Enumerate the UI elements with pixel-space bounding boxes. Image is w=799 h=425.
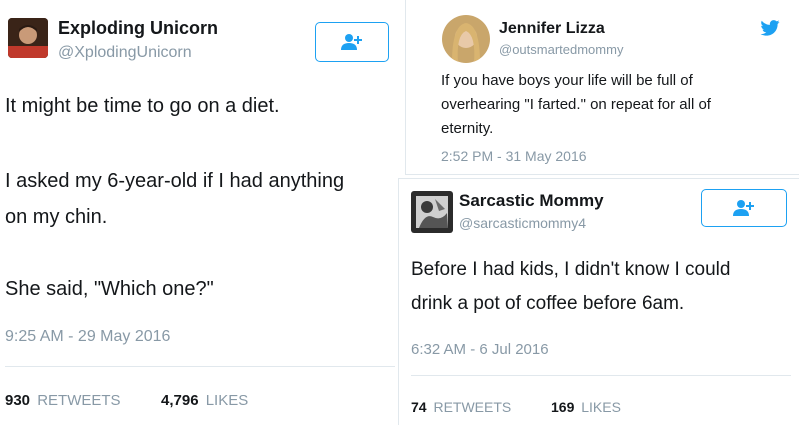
twitter-bird-icon[interactable] xyxy=(760,20,780,36)
display-name[interactable]: Sarcastic Mommy xyxy=(459,191,604,211)
retweets-count: 74 xyxy=(411,399,427,415)
avatar-photo xyxy=(8,18,48,58)
divider xyxy=(5,366,395,367)
like-stats[interactable]: 169 LIKES xyxy=(551,399,621,415)
add-user-icon xyxy=(341,34,362,50)
user-handle[interactable]: @outsmartedmommy xyxy=(499,42,623,57)
user-handle[interactable]: @sarcasticmommy4 xyxy=(459,215,586,231)
display-name[interactable]: Jennifer Lizza xyxy=(499,20,605,38)
avatar[interactable] xyxy=(8,18,48,58)
avatar[interactable] xyxy=(411,191,453,233)
tweet-text-line: drink a pot of coffee before 6am. xyxy=(411,293,685,314)
tweet-card-exploding-unicorn: Exploding Unicorn @XplodingUnicorn It mi… xyxy=(0,0,399,425)
likes-label: LIKES xyxy=(205,392,249,409)
retweets-count: 930 xyxy=(5,392,31,409)
tweet-card-jennifer-lizza: Jennifer Lizza @outsmartedmommy If you h… xyxy=(405,0,799,175)
timestamp[interactable]: 6:32 AM - 6 Jul 2016 xyxy=(411,341,549,358)
tweet-text-line: on my chin. xyxy=(5,206,108,228)
avatar-photo xyxy=(442,15,490,63)
tweet-text-line: If you have boys your life will be full … xyxy=(441,72,693,89)
timestamp[interactable]: 2:52 PM - 31 May 2016 xyxy=(441,148,587,164)
avatar-photo xyxy=(411,191,453,233)
tweet-text-line: It might be time to go on a diet. xyxy=(5,95,280,117)
retweets-label: RETWEETS xyxy=(37,392,121,409)
follow-button[interactable] xyxy=(701,189,787,227)
retweet-stats[interactable]: 930 RETWEETS xyxy=(5,392,121,409)
divider xyxy=(411,375,791,376)
add-user-icon xyxy=(733,200,754,216)
timestamp[interactable]: 9:25 AM - 29 May 2016 xyxy=(5,328,170,346)
tweet-text-line: She said, "Which one?" xyxy=(5,278,214,300)
follow-button[interactable] xyxy=(315,22,389,62)
tweet-text-line: overhearing "I farted." on repeat for al… xyxy=(441,96,711,113)
likes-label: LIKES xyxy=(581,399,621,415)
tweet-text-line: eternity. xyxy=(441,120,494,137)
display-name[interactable]: Exploding Unicorn xyxy=(58,18,218,39)
retweet-stats[interactable]: 74 RETWEETS xyxy=(411,399,511,415)
retweets-label: RETWEETS xyxy=(433,399,512,415)
avatar[interactable] xyxy=(442,15,490,63)
likes-count: 4,796 xyxy=(161,392,199,409)
likes-count: 169 xyxy=(551,399,575,415)
tweet-text-line: Before I had kids, I didn't know I could xyxy=(411,259,731,280)
tweet-card-sarcastic-mommy: Sarcastic Mommy @sarcasticmommy4 Before … xyxy=(398,178,799,425)
tweet-text-line: I asked my 6-year-old if I had anything xyxy=(5,170,345,192)
user-handle[interactable]: @XplodingUnicorn xyxy=(58,44,192,62)
like-stats[interactable]: 4,796 LIKES xyxy=(161,392,248,409)
